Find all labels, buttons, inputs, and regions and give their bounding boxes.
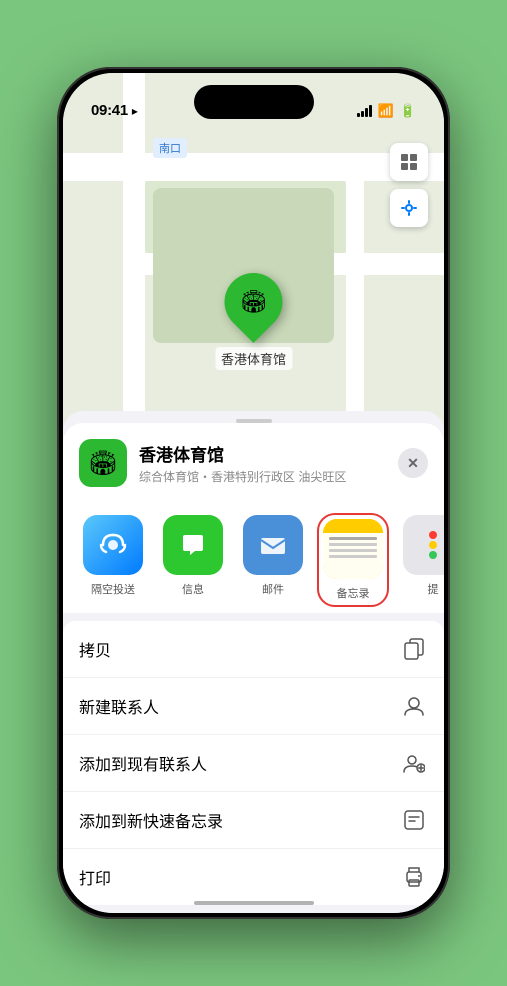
pin-label: 香港体育馆 bbox=[215, 347, 292, 370]
share-item-notes[interactable]: 备忘录 bbox=[319, 515, 387, 605]
share-item-airdrop[interactable]: 隔空投送 bbox=[79, 515, 147, 605]
add-to-existing-icon bbox=[400, 749, 428, 777]
notes-line bbox=[329, 537, 377, 540]
share-item-messages[interactable]: 信息 bbox=[159, 515, 227, 605]
print-icon bbox=[400, 863, 428, 891]
status-time: 09:41 bbox=[91, 102, 128, 119]
share-item-more[interactable]: 提 bbox=[399, 515, 444, 605]
airdrop-icon bbox=[83, 515, 143, 575]
action-new-contact[interactable]: 新建联系人 bbox=[63, 678, 444, 735]
share-row: 隔空投送 信息 bbox=[63, 499, 444, 613]
venue-desc: 综合体育馆・香港特别行政区 油尖旺区 bbox=[139, 468, 398, 485]
messages-icon bbox=[163, 515, 223, 575]
venue-info: 香港体育馆 综合体育馆・香港特别行政区 油尖旺区 bbox=[139, 441, 398, 485]
venue-name: 香港体育馆 bbox=[139, 441, 398, 466]
action-list: 拷贝 新建联系人 bbox=[63, 621, 444, 905]
action-add-to-notes-label: 添加到新快速备忘录 bbox=[79, 808, 400, 832]
venue-icon: 🏟 bbox=[79, 439, 127, 487]
action-print-label: 打印 bbox=[79, 865, 400, 889]
mail-label: 邮件 bbox=[262, 581, 284, 597]
pin-inner: 🏟 bbox=[232, 281, 274, 323]
mail-icon bbox=[243, 515, 303, 575]
location-pin: 🏟 香港体育馆 bbox=[215, 273, 292, 370]
battery-icon: 🔋 bbox=[400, 103, 416, 119]
action-add-to-existing[interactable]: 添加到现有联系人 bbox=[63, 735, 444, 792]
pin-circle: 🏟 bbox=[212, 261, 294, 343]
notes-line bbox=[329, 549, 377, 552]
add-to-notes-icon bbox=[400, 806, 428, 834]
map-label-north: 南口 bbox=[153, 138, 187, 158]
action-add-to-existing-label: 添加到现有联系人 bbox=[79, 751, 400, 775]
venue-icon-symbol: 🏟 bbox=[88, 449, 118, 478]
map-type-button[interactable] bbox=[390, 143, 428, 181]
share-item-mail[interactable]: 邮件 bbox=[239, 515, 307, 605]
notes-line bbox=[329, 543, 377, 546]
action-add-to-notes[interactable]: 添加到新快速备忘录 bbox=[63, 792, 444, 849]
notes-top bbox=[323, 519, 383, 533]
location-button[interactable] bbox=[390, 189, 428, 227]
more-icon bbox=[403, 515, 444, 575]
wifi-icon: 📶 bbox=[378, 103, 394, 119]
action-print[interactable]: 打印 bbox=[63, 849, 444, 905]
action-copy[interactable]: 拷贝 bbox=[63, 621, 444, 678]
action-copy-label: 拷贝 bbox=[79, 637, 400, 661]
messages-label: 信息 bbox=[182, 581, 204, 597]
close-button[interactable]: ✕ bbox=[398, 448, 428, 478]
phone-screen: 09:41 ▸ 📶 🔋 南口 bbox=[63, 73, 444, 913]
status-icons: 📶 🔋 bbox=[357, 103, 416, 119]
signal-icon bbox=[357, 105, 372, 117]
action-new-contact-label: 新建联系人 bbox=[79, 694, 400, 718]
map-road bbox=[63, 153, 444, 181]
phone-frame: 09:41 ▸ 📶 🔋 南口 bbox=[57, 67, 450, 919]
notes-icon bbox=[323, 519, 383, 579]
location-icon: ▸ bbox=[132, 104, 138, 118]
sheet-header: 🏟 香港体育馆 综合体育馆・香港特别行政区 油尖旺区 ✕ bbox=[63, 423, 444, 499]
map-controls bbox=[390, 143, 428, 235]
copy-icon bbox=[400, 635, 428, 663]
home-indicator bbox=[194, 901, 314, 905]
airdrop-label: 隔空投送 bbox=[91, 581, 135, 597]
bottom-sheet: 🏟 香港体育馆 综合体育馆・香港特别行政区 油尖旺区 ✕ bbox=[63, 411, 444, 913]
notes-line bbox=[329, 555, 377, 558]
notes-label: 备忘录 bbox=[337, 585, 370, 601]
notes-lines bbox=[323, 533, 383, 579]
pin-icon: 🏟 bbox=[240, 289, 268, 315]
new-contact-icon bbox=[400, 692, 428, 720]
dynamic-island bbox=[194, 85, 314, 119]
more-label: 提 bbox=[428, 581, 439, 597]
